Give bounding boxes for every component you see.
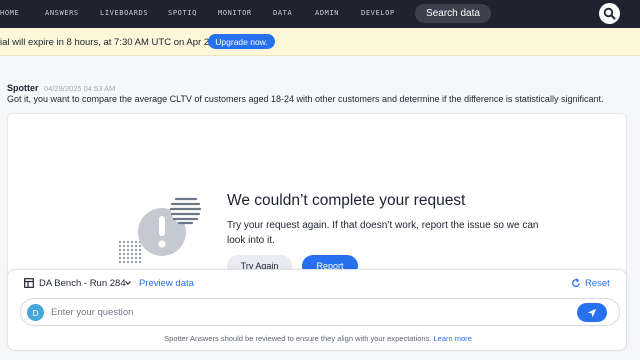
search-icon[interactable]	[599, 3, 620, 24]
search-data-button[interactable]: Search data	[415, 4, 491, 23]
question-input-box: D	[20, 298, 620, 326]
error-message: Try your request again. If that doesn’t …	[227, 220, 539, 246]
send-button[interactable]	[577, 303, 607, 322]
avatar: D	[27, 304, 44, 321]
trial-banner: ial will expire in 8 hours, at 7:30 AM U…	[0, 28, 640, 56]
trial-banner-text: ial will expire in 8 hours, at 7:30 AM U…	[0, 37, 218, 48]
nav-item-answers[interactable]: ANSWERS	[45, 9, 79, 17]
message-author: Spotter	[7, 83, 39, 93]
message-timestamp: 04/29/2025 04:53 AM	[44, 84, 116, 93]
reset-icon[interactable]	[571, 278, 581, 288]
reset-button[interactable]: Reset	[585, 278, 610, 289]
error-title: We couldn’t complete your request	[227, 192, 466, 209]
upgrade-button[interactable]: Upgrade now.	[208, 34, 275, 49]
table-icon	[24, 278, 34, 288]
preview-data-link[interactable]: Preview data	[139, 278, 194, 289]
datasource-name[interactable]: DA Bench - Run 284	[39, 278, 126, 289]
learn-more-link[interactable]: Learn more	[433, 334, 471, 343]
disclaimer: Spotter Answers should be reviewed to en…	[8, 334, 628, 343]
chevron-down-icon[interactable]	[124, 279, 132, 287]
send-icon	[587, 308, 597, 317]
disclaimer-text: Spotter Answers should be reviewed to en…	[164, 334, 432, 343]
nav-item-monitor[interactable]: MONITOR	[218, 9, 252, 17]
nav-item-develop[interactable]: DEVELOP	[361, 9, 395, 17]
message-text: Got it, you want to compare the average …	[7, 94, 604, 104]
top-nav: HOME ANSWERS LIVEBOARDS SPOTIQ MONITOR D…	[0, 0, 640, 28]
question-input[interactable]	[51, 303, 571, 322]
question-panel: DA Bench - Run 284 Preview data Reset D …	[7, 269, 627, 351]
nav-item-admin[interactable]: ADMIN	[315, 9, 339, 17]
nav-item-data[interactable]: DATA	[273, 9, 292, 17]
error-card: We couldn’t complete your request Try yo…	[7, 113, 627, 283]
nav-item-liveboards[interactable]: LIVEBOARDS	[100, 9, 148, 17]
nav-item-spotiq[interactable]: SPOTIQ	[168, 9, 197, 17]
nav-item-home[interactable]: HOME	[0, 9, 19, 17]
